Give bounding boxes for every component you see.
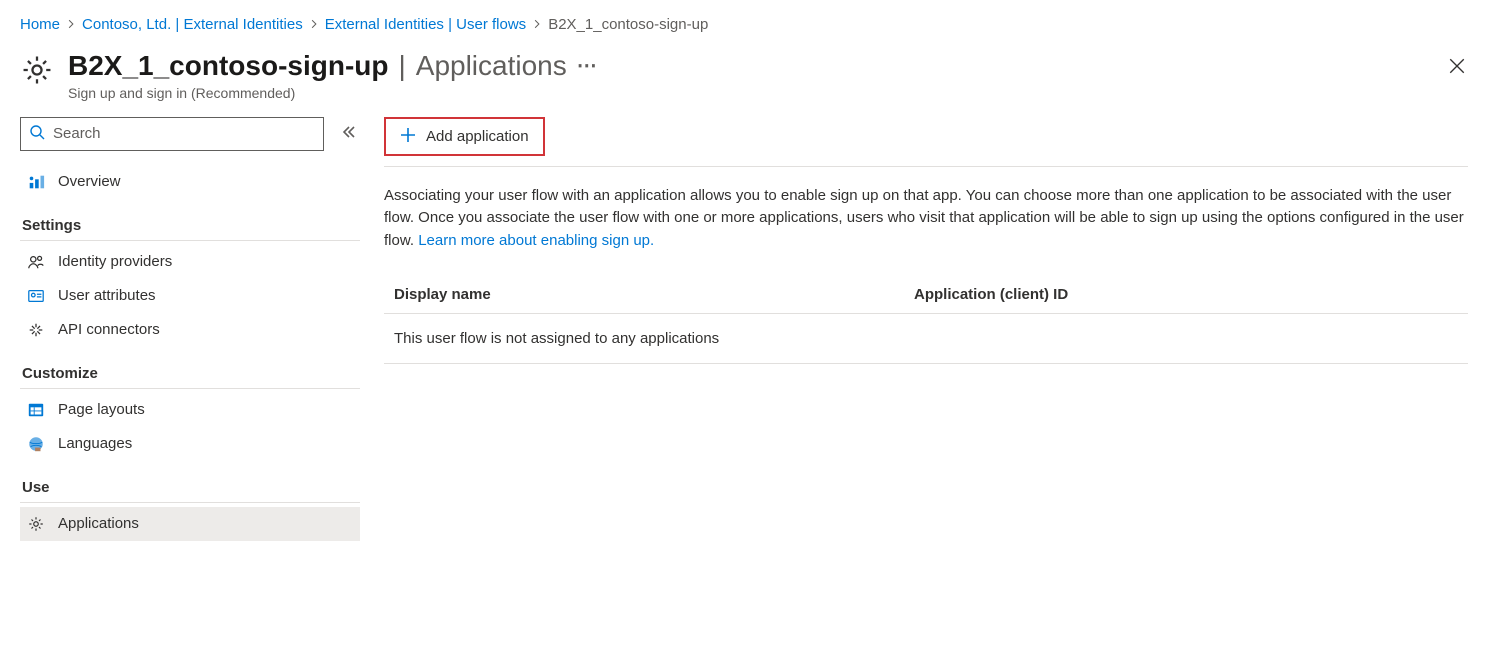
page-subtitle: Sign up and sign in (Recommended) [68,85,1426,101]
learn-more-link[interactable]: Learn more about enabling sign up. [418,232,654,249]
title-separator: | [398,49,405,83]
sidebar-item-label: User attributes [58,287,156,304]
search-input[interactable] [51,124,315,143]
layout-icon [26,401,46,419]
column-client-id: Application (client) ID [914,286,1458,303]
toolbar: Add application [384,117,1468,167]
sidebar-item-user-attributes[interactable]: User attributes [20,279,360,313]
sidebar-group-settings: Settings [20,199,360,241]
sidebar-item-identity-providers[interactable]: Identity providers [20,245,360,279]
search-input-wrapper[interactable] [20,117,324,151]
sidebar-group-use: Use [20,461,360,503]
page-title-section: Applications [416,49,567,83]
sidebar-item-label: API connectors [58,321,160,338]
breadcrumb-item-user-flows[interactable]: External Identities | User flows [325,16,526,33]
sidebar-item-label: Overview [58,173,121,190]
table-header: Display name Application (client) ID [384,276,1468,314]
breadcrumb-item-home[interactable]: Home [20,16,60,33]
plus-icon [400,127,416,146]
sidebar-item-applications[interactable]: Applications [20,507,360,541]
sidebar-item-label: Applications [58,515,139,532]
breadcrumb-item-external-identities[interactable]: Contoso, Ltd. | External Identities [82,16,303,33]
chevron-right-icon [532,16,542,33]
more-actions-button[interactable]: ⋯ [571,50,603,82]
sidebar: Overview Settings Identity providers [20,117,360,541]
card-icon [26,287,46,305]
sidebar-item-label: Identity providers [58,253,172,270]
sidebar-item-label: Languages [58,435,132,452]
add-application-label: Add application [426,128,529,145]
search-icon [29,124,45,143]
column-display-name: Display name [394,286,914,303]
gear-icon [20,49,54,90]
sidebar-item-api-connectors[interactable]: API connectors [20,313,360,347]
sidebar-item-overview[interactable]: Overview [20,165,360,199]
breadcrumb: Home Contoso, Ltd. | External Identities… [20,16,1474,43]
sidebar-item-languages[interactable]: Languages [20,427,360,461]
overview-icon [26,173,46,191]
chevron-right-icon [66,16,76,33]
breadcrumb-current: B2X_1_contoso-sign-up [548,16,708,33]
sidebar-item-label: Page layouts [58,401,145,418]
people-icon [26,253,46,271]
table-body: This user flow is not assigned to any ap… [384,314,1468,364]
connectors-icon [26,321,46,339]
gear-icon [26,515,46,533]
sidebar-group-customize: Customize [20,347,360,389]
chevron-right-icon [309,16,319,33]
collapse-sidebar-button[interactable] [336,120,360,147]
page-title: B2X_1_contoso-sign-up [68,49,388,83]
sidebar-item-page-layouts[interactable]: Page layouts [20,393,360,427]
globe-icon [26,435,46,453]
add-application-button[interactable]: Add application [384,117,545,156]
table-empty-message: This user flow is not assigned to any ap… [394,324,1458,353]
close-button[interactable] [1440,49,1474,86]
description: Associating your user flow with an appli… [384,167,1468,277]
